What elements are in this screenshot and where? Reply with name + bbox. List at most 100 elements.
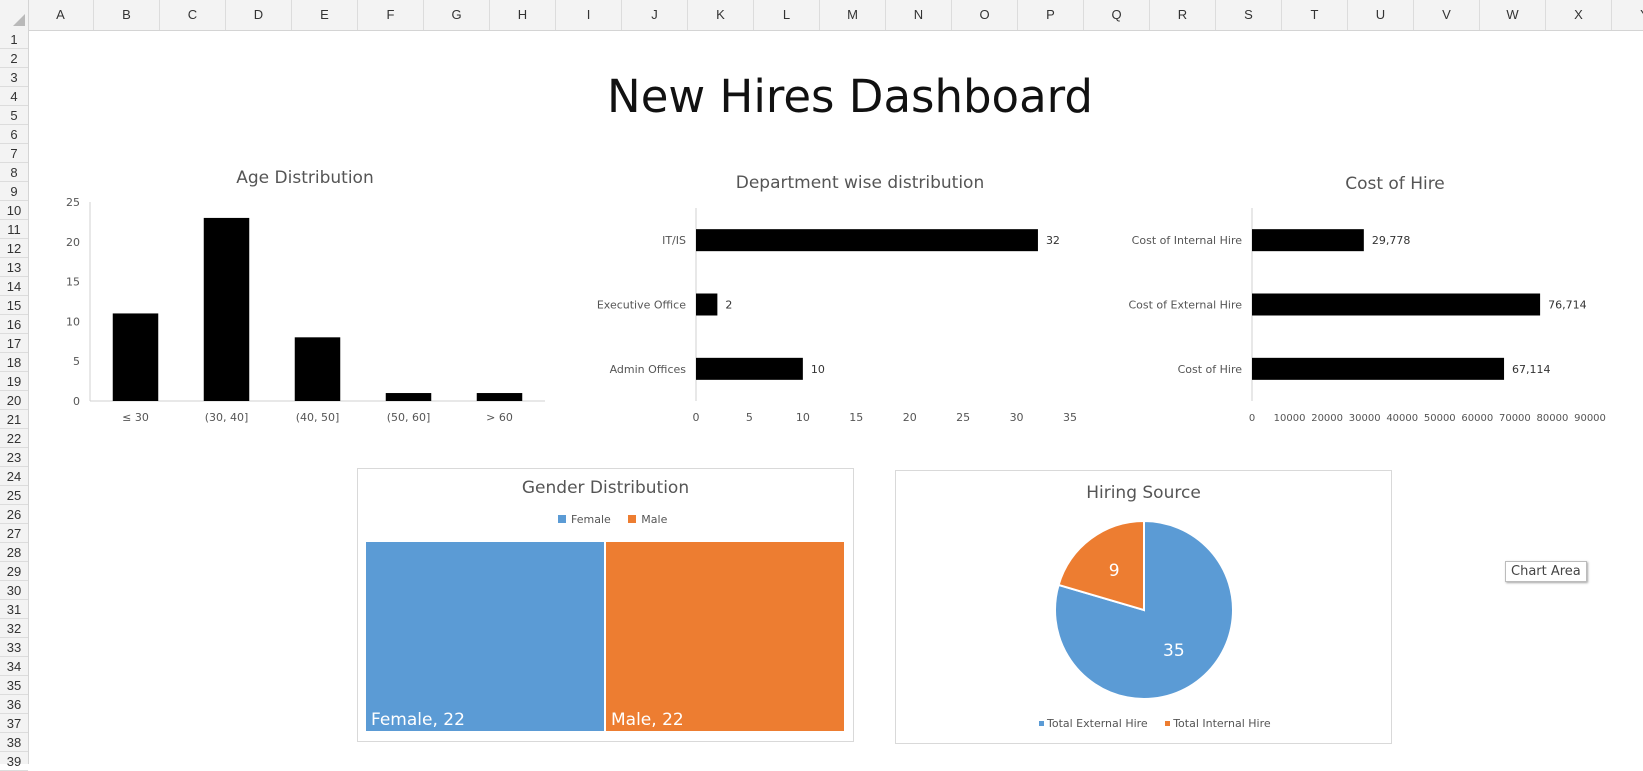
x-tick-label: 40000: [1386, 413, 1418, 424]
bar: [1252, 293, 1541, 316]
age-distribution-chart[interactable]: Age Distribution 0 5 10 15 20 25 ≤ 30 (30, 40] (…: [40, 160, 560, 430]
bar: [385, 393, 432, 401]
department-distribution-chart[interactable]: Department wise distribution 0 5 10 15 20 25 3…: [580, 160, 1100, 430]
hiring-source-chart[interactable]: Hiring Source 35 9 Total External Hire To…: [895, 470, 1392, 744]
row-header-7[interactable]: 7: [0, 144, 28, 163]
row-header-28[interactable]: 28: [0, 543, 28, 562]
row-header-10[interactable]: 10: [0, 201, 28, 220]
age-distribution-plot: 0 5 10 15 20 25 ≤ 30 (30, 40] (40, 50] (50, 60] > …: [66, 196, 545, 424]
column-header-h[interactable]: H: [490, 0, 556, 30]
column-header-n[interactable]: N: [886, 0, 952, 30]
row-header-27[interactable]: 27: [0, 524, 28, 543]
data-label: 67,114: [1512, 363, 1551, 376]
column-header-c[interactable]: C: [160, 0, 226, 30]
column-header-s[interactable]: S: [1216, 0, 1282, 30]
row-header-17[interactable]: 17: [0, 334, 28, 353]
x-tick-label: 20: [903, 411, 917, 424]
row-header-37[interactable]: 37: [0, 714, 28, 733]
x-tick-label: 10: [796, 411, 810, 424]
row-header-33[interactable]: 33: [0, 638, 28, 657]
x-tick-label: 20000: [1311, 413, 1343, 424]
row-header-6[interactable]: 6: [0, 125, 28, 144]
y-tick-label: 5: [73, 355, 80, 368]
bar: [696, 357, 803, 380]
column-header-g[interactable]: G: [424, 0, 490, 30]
row-header-14[interactable]: 14: [0, 277, 28, 296]
chart-title: Cost of Hire: [1345, 174, 1445, 194]
column-header-a[interactable]: A: [28, 0, 94, 30]
x-tick-label: (50, 60]: [387, 411, 431, 424]
gender-treemap: Female, 22 Male, 22: [364, 540, 846, 733]
row-header-16[interactable]: 16: [0, 315, 28, 334]
row-header-12[interactable]: 12: [0, 239, 28, 258]
gender-distribution-chart[interactable]: Gender Distribution Female Male Female, …: [357, 468, 854, 742]
category-label: Admin Offices: [610, 363, 687, 376]
row-header-34[interactable]: 34: [0, 657, 28, 676]
legend-swatch: [1165, 721, 1171, 726]
column-header-l[interactable]: L: [754, 0, 820, 30]
row-header-22[interactable]: 22: [0, 429, 28, 448]
y-tick-label: 0: [73, 395, 80, 408]
column-header-v[interactable]: V: [1414, 0, 1480, 30]
column-header-y[interactable]: Y: [1612, 0, 1643, 30]
cost-of-hire-chart[interactable]: Cost of Hire 0 10000 20000 30000 40000 50000 6…: [1120, 160, 1640, 430]
x-tick-label: (40, 50]: [296, 411, 340, 424]
row-header-32[interactable]: 32: [0, 619, 28, 638]
row-header-29[interactable]: 29: [0, 562, 28, 581]
category-label: Cost of Internal Hire: [1132, 234, 1243, 247]
row-header-2[interactable]: 2: [0, 49, 28, 68]
category-label: IT/IS: [662, 234, 686, 247]
pie-data-label: 35: [1163, 641, 1185, 661]
column-header-m[interactable]: M: [820, 0, 886, 30]
column-header-i[interactable]: I: [556, 0, 622, 30]
row-header-15[interactable]: 15: [0, 296, 28, 315]
bar: [203, 217, 250, 401]
legend-swatch: [1039, 721, 1044, 726]
legend-item-internal: Total Internal Hire: [1165, 717, 1271, 730]
column-header-w[interactable]: W: [1480, 0, 1546, 30]
row-header-39[interactable]: 39: [0, 752, 28, 771]
column-header-e[interactable]: E: [292, 0, 358, 30]
column-header-r[interactable]: R: [1150, 0, 1216, 30]
row-header-31[interactable]: 31: [0, 600, 28, 619]
data-label: 32: [1046, 234, 1060, 247]
row-header-1[interactable]: 1: [0, 30, 28, 49]
row-header-19[interactable]: 19: [0, 372, 28, 391]
x-tick-label: 30000: [1349, 413, 1381, 424]
bar: [1252, 357, 1505, 380]
row-header-24[interactable]: 24: [0, 467, 28, 486]
row-header-30[interactable]: 30: [0, 581, 28, 600]
column-header-t[interactable]: T: [1282, 0, 1348, 30]
row-header-9[interactable]: 9: [0, 182, 28, 201]
row-header-36[interactable]: 36: [0, 695, 28, 714]
column-header-b[interactable]: B: [94, 0, 160, 30]
column-header-j[interactable]: J: [622, 0, 688, 30]
column-header-d[interactable]: D: [226, 0, 292, 30]
row-header-8[interactable]: 8: [0, 163, 28, 182]
column-header-k[interactable]: K: [688, 0, 754, 30]
row-header-35[interactable]: 35: [0, 676, 28, 695]
column-header-x[interactable]: X: [1546, 0, 1612, 30]
bar: [112, 313, 159, 401]
bar: [1252, 229, 1364, 252]
column-header-o[interactable]: O: [952, 0, 1018, 30]
row-header-11[interactable]: 11: [0, 220, 28, 239]
column-header-q[interactable]: Q: [1084, 0, 1150, 30]
row-header-23[interactable]: 23: [0, 448, 28, 467]
legend-label: Total External Hire: [1047, 717, 1148, 730]
column-header-u[interactable]: U: [1348, 0, 1414, 30]
x-tick-label: 25: [956, 411, 970, 424]
row-header-21[interactable]: 21: [0, 410, 28, 429]
row-header-20[interactable]: 20: [0, 391, 28, 410]
row-header-18[interactable]: 18: [0, 353, 28, 372]
select-all-corner[interactable]: [0, 0, 29, 30]
x-tick-label: 35: [1063, 411, 1077, 424]
row-header-25[interactable]: 25: [0, 486, 28, 505]
column-header-f[interactable]: F: [358, 0, 424, 30]
x-tick-label: 70000: [1499, 413, 1531, 424]
column-header-p[interactable]: P: [1018, 0, 1084, 30]
row-header-38[interactable]: 38: [0, 733, 28, 752]
row-header-26[interactable]: 26: [0, 505, 28, 524]
row-header-13[interactable]: 13: [0, 258, 28, 277]
select-all-triangle-icon: [13, 14, 25, 26]
